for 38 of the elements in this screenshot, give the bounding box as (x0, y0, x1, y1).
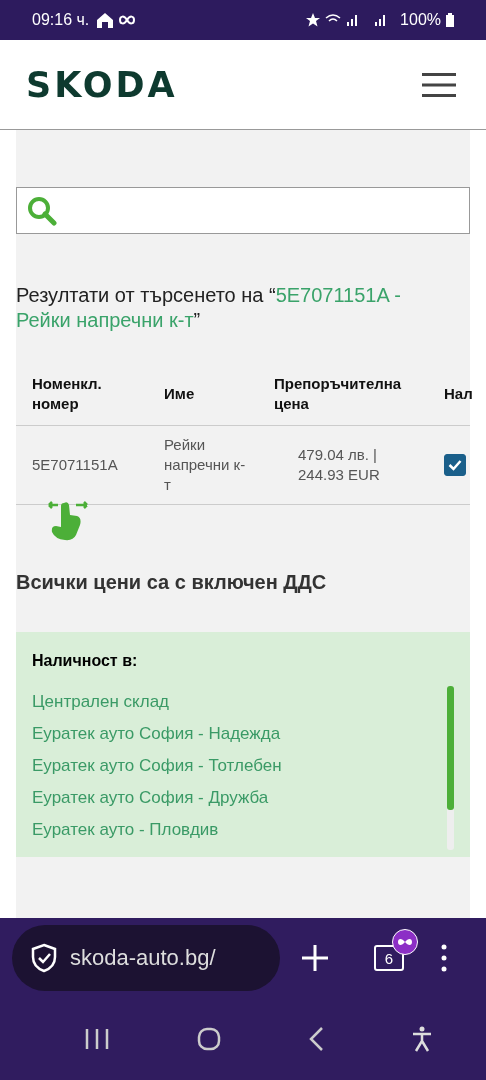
incognito-badge (392, 929, 418, 955)
search-field[interactable] (16, 187, 470, 234)
battery-icon (446, 13, 454, 27)
swipe-gesture-icon (47, 499, 91, 543)
checkbox[interactable] (444, 454, 466, 476)
location-link[interactable]: Еуратек ауто София - Дружба (32, 782, 447, 814)
location-link[interactable]: Централен склад (32, 686, 447, 718)
checkmark-icon (448, 459, 462, 471)
infinity-icon (119, 15, 136, 25)
search-icon (27, 195, 57, 226)
star-icon (306, 13, 321, 27)
location-link[interactable]: Еуратек ауто София - Тотлебен (32, 750, 447, 782)
table-cell-text: 479.04 лв. | 244.93 EUR (297, 445, 381, 485)
plus-icon[interactable] (300, 943, 330, 973)
table-cell-text: 5E7071151A (32, 455, 119, 475)
home-icon (96, 12, 115, 28)
shield-check-icon (30, 943, 58, 973)
column-header: Препоръчителна цена (274, 374, 403, 414)
results-heading: Резултати от търсенето на “5E7071151A - Рейки напречни к-т” (16, 283, 402, 333)
recent-apps-icon[interactable] (83, 1028, 110, 1050)
back-icon[interactable] (307, 1026, 324, 1052)
menu-icon[interactable] (422, 72, 456, 97)
column-header: Номенкл. номер (32, 374, 103, 414)
address-bar[interactable]: skoda-auto.bg/ (12, 925, 280, 991)
column-header: Име (164, 384, 196, 404)
column-header: Нал (444, 384, 474, 404)
table-cell-text: Рейки напречни к-т (164, 435, 247, 495)
availability-title: Наличност в: (32, 652, 139, 670)
status-time: 09:16 ч. (32, 11, 90, 29)
vat-note: Всички цени са с включен ДДС (16, 571, 328, 594)
skoda-logo[interactable]: SKODA (26, 64, 178, 105)
location-link[interactable]: Еуратек ауто София - Надежда (32, 718, 447, 750)
accessibility-icon[interactable] (410, 1026, 433, 1052)
location-link[interactable]: Еуратек ауто - Пловдив (32, 814, 447, 846)
scrollbar-thumb[interactable] (447, 686, 454, 810)
home-button-icon[interactable] (196, 1027, 221, 1051)
battery-percent: 100% (400, 11, 441, 29)
more-options-icon[interactable] (440, 944, 448, 972)
